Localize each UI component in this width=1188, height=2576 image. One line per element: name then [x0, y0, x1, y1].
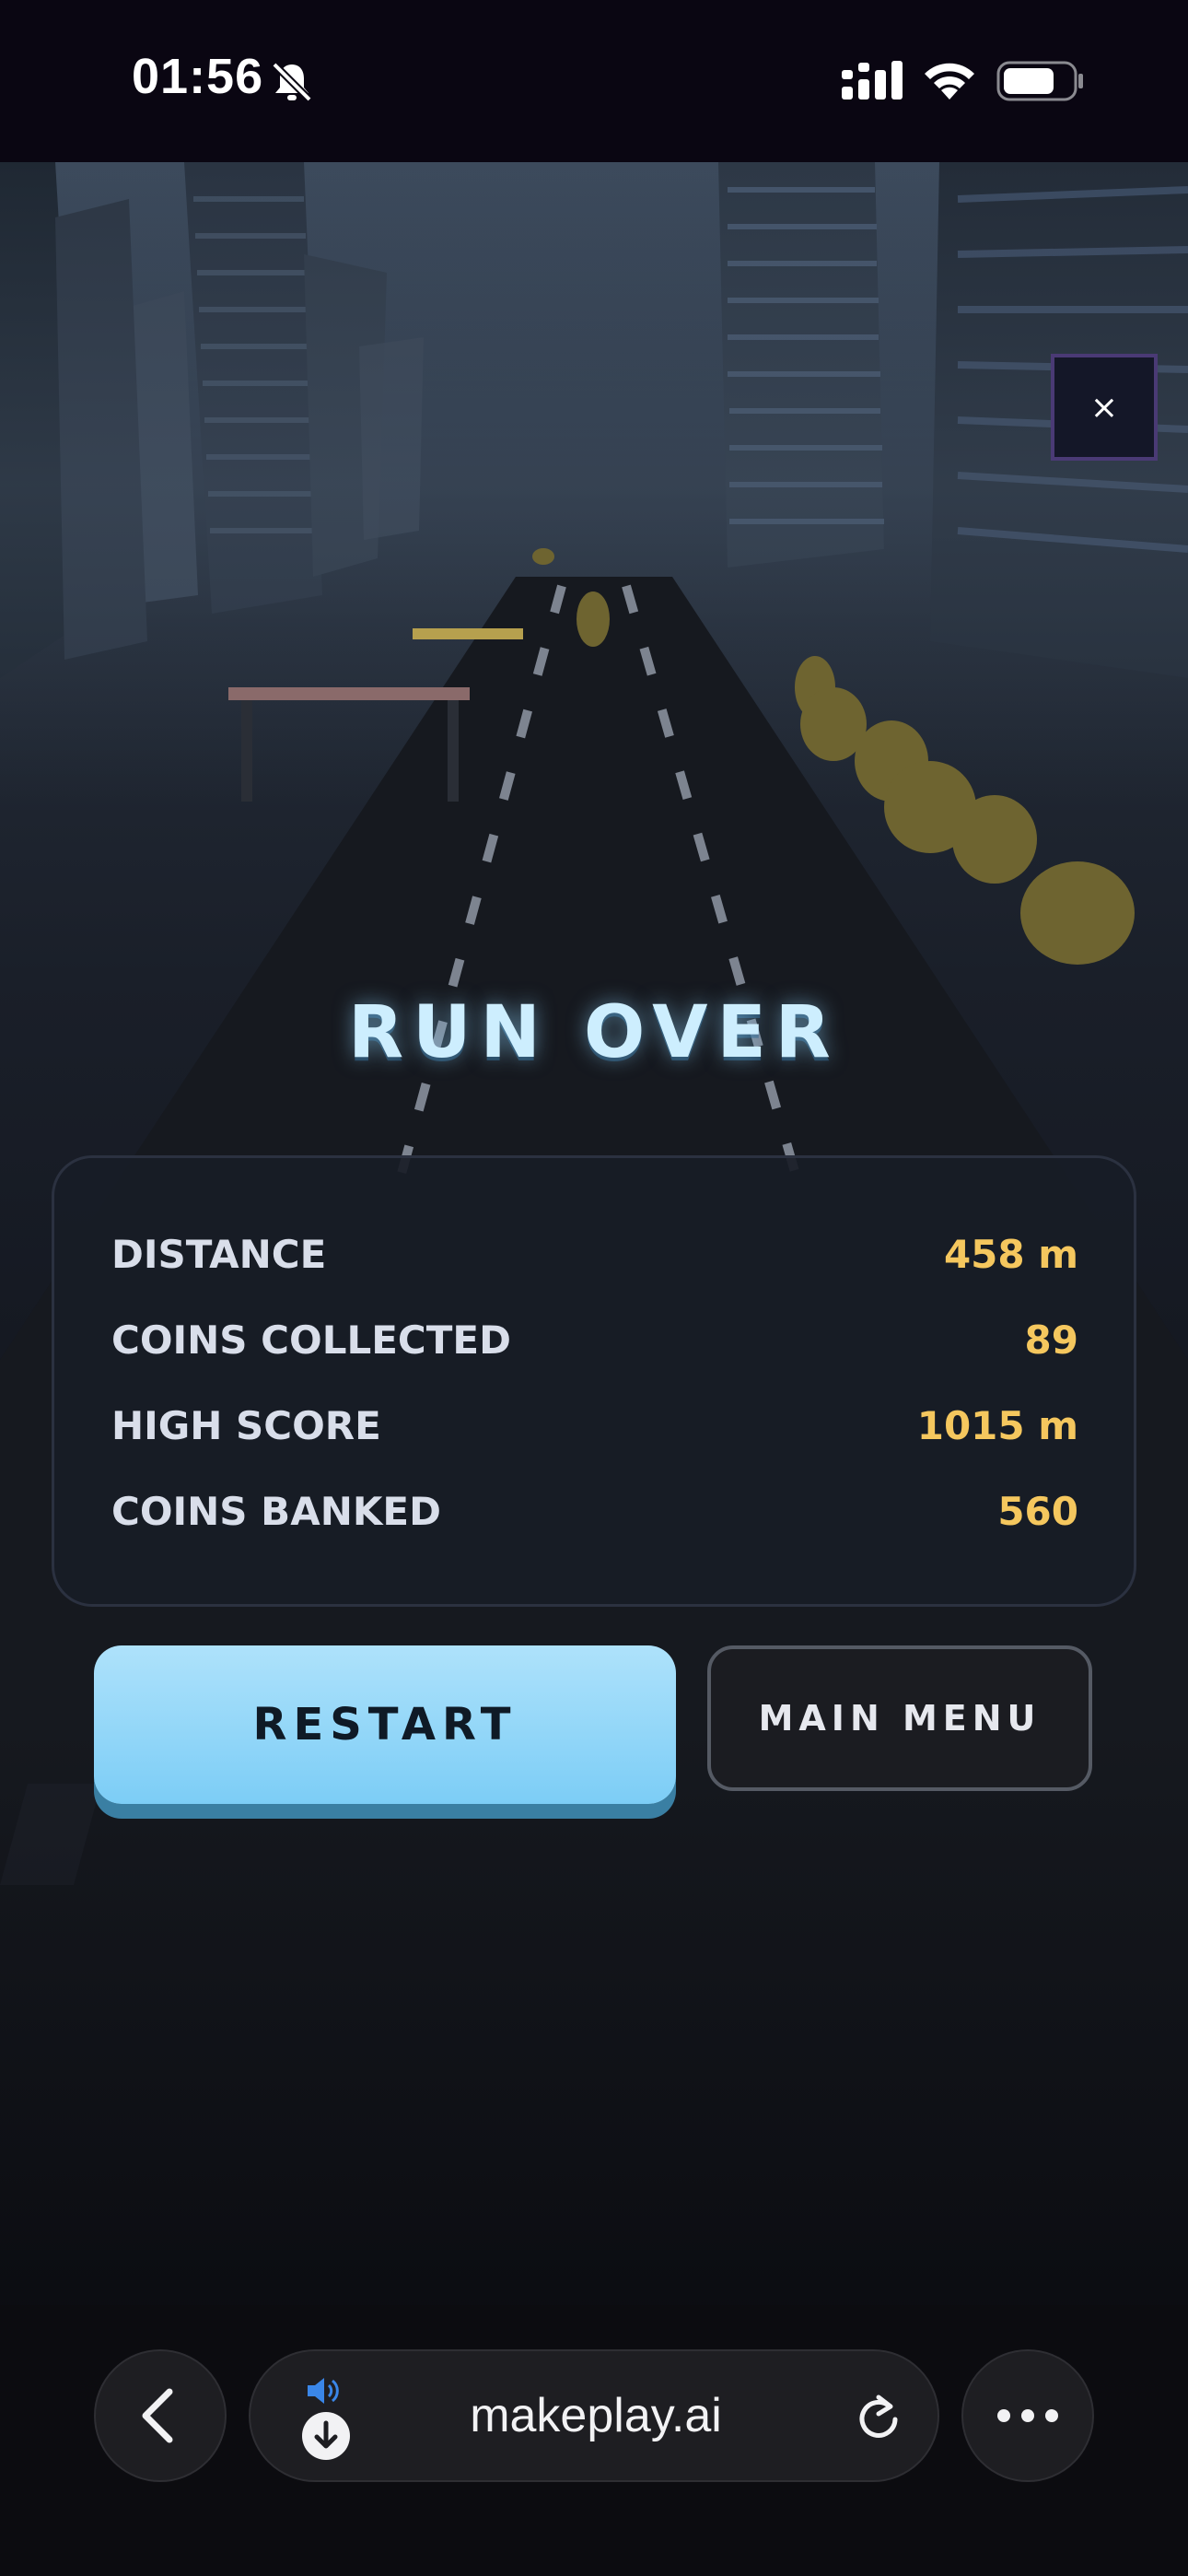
stat-value: 89 [1024, 1317, 1078, 1363]
status-bar: 01:56 [0, 0, 1188, 162]
reload-icon[interactable] [853, 2390, 904, 2441]
stats-panel: DISTANCE 458 m COINS COLLECTED 89 HIGH S… [52, 1155, 1136, 1607]
stat-row-coins-collected: COINS COLLECTED 89 [111, 1312, 1078, 1367]
more-button[interactable] [961, 2349, 1094, 2482]
run-over-title: RUN OVER [348, 991, 840, 1074]
stat-value: 560 [997, 1488, 1078, 1534]
stat-label: COINS BANKED [111, 1488, 441, 1534]
stat-row-coins-banked: COINS BANKED 560 [111, 1483, 1078, 1539]
stat-value: 458 m [943, 1231, 1078, 1277]
status-time: 01:56 [132, 49, 264, 104]
game-scene[interactable]: × RUN OVER DISTANCE 458 m COINS COLLECTE… [0, 162, 1188, 2305]
close-button[interactable]: × [1051, 354, 1158, 461]
main-menu-button[interactable]: MAIN MENU [707, 1645, 1092, 1791]
stat-value: 1015 m [916, 1402, 1078, 1448]
stat-row-high-score: HIGH SCORE 1015 m [111, 1398, 1078, 1453]
back-button[interactable] [94, 2349, 227, 2482]
stat-label: COINS COLLECTED [111, 1317, 511, 1363]
cellular-signal-icon [842, 61, 903, 100]
bell-muted-icon [272, 62, 312, 102]
stat-label: DISTANCE [111, 1231, 327, 1277]
url-text[interactable]: makeplay.ai [250, 2351, 941, 2480]
back-chevron-icon [142, 2388, 173, 2443]
stat-label: HIGH SCORE [111, 1402, 381, 1448]
wifi-icon [925, 63, 974, 100]
stat-row-distance: DISTANCE 458 m [111, 1226, 1078, 1282]
restart-button[interactable]: RESTART [94, 1645, 676, 1804]
battery-icon [996, 61, 1083, 101]
more-icon [997, 2409, 1058, 2422]
url-bar[interactable]: makeplay.ai [249, 2349, 939, 2482]
